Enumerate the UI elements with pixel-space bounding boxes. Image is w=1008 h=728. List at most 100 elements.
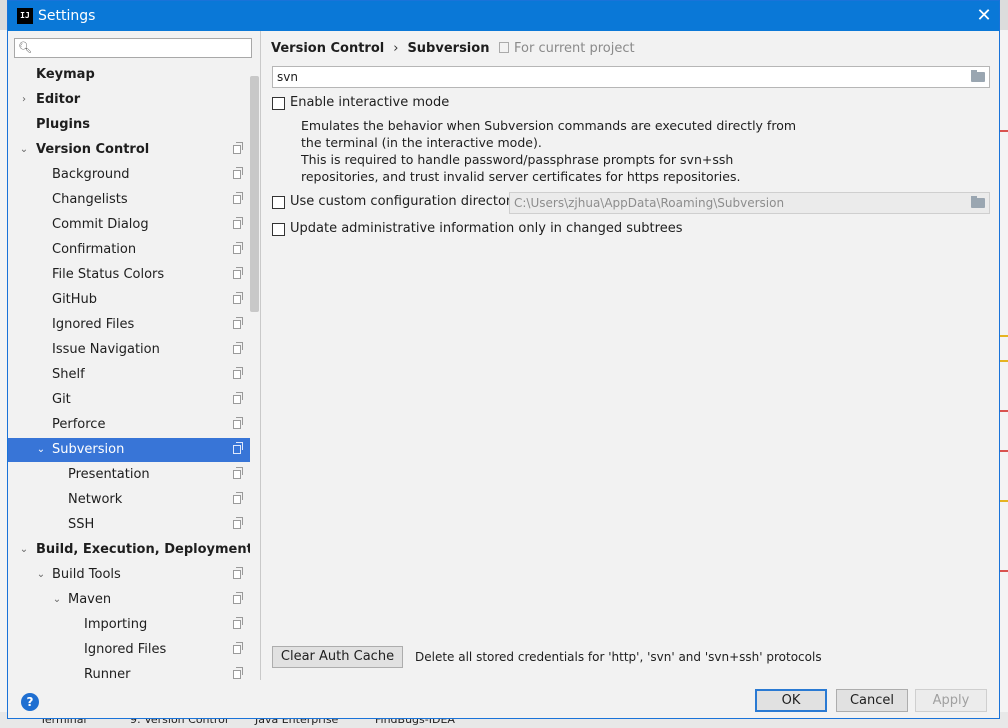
update-admin-label: Update administrative information only i…	[290, 221, 683, 236]
tree-item[interactable]: › Editor	[8, 88, 250, 112]
window-title: Settings	[38, 8, 96, 24]
tree-item-label: Version Control	[36, 142, 150, 157]
project-scope-icon	[233, 192, 243, 204]
sidebar-scrollbar[interactable]	[250, 76, 259, 312]
tree-item[interactable]: Presentation	[8, 463, 250, 487]
project-scope-icon	[233, 267, 243, 279]
tree-item[interactable]: Git	[8, 388, 250, 412]
tree-item-label: Confirmation	[52, 242, 137, 257]
description-line: This is required to handle password/pass…	[301, 152, 734, 167]
tree-item[interactable]: Commit Dialog	[8, 213, 250, 237]
collapse-arrow-icon[interactable]: ⌄	[35, 438, 47, 462]
tree-item[interactable]: Confirmation	[8, 238, 250, 262]
intellij-app-icon: IJ	[17, 8, 33, 24]
search-icon: 🔍︎	[18, 41, 32, 54]
tree-item[interactable]: Shelf	[8, 363, 250, 387]
tree-item-label: Ignored Files	[52, 317, 135, 332]
tree-item[interactable]: Importing	[8, 613, 250, 637]
breadcrumb-parent: Version Control	[271, 41, 385, 56]
settings-dialog: IJ Settings ✕ 🔍︎ Keymap › Editor Plugins ⌄ Ve…	[7, 0, 1000, 719]
tree-item[interactable]: GitHub	[8, 288, 250, 312]
tree-item[interactable]: Background	[8, 163, 250, 187]
project-scope-icon	[233, 292, 243, 304]
svn-path-field[interactable]	[272, 66, 990, 88]
project-scope-icon	[233, 667, 243, 679]
clear-auth-cache-button[interactable]: Clear Auth Cache	[272, 646, 403, 668]
tree-item-label: Changelists	[52, 192, 128, 207]
tree-item[interactable]: ⌄ Maven	[8, 588, 250, 612]
tree-item-label: Git	[52, 392, 71, 407]
update-admin-checkbox[interactable]	[272, 223, 285, 236]
tree-item-label: File Status Colors	[52, 267, 165, 282]
custom-config-label: Use custom configuration directory:	[290, 194, 523, 209]
tree-item-label: Perforce	[52, 417, 106, 432]
subversion-settings-panel: Version Control › Subversion For current p…	[261, 31, 999, 680]
tree-item-label: Keymap	[36, 67, 95, 82]
tree-item[interactable]: Plugins	[8, 113, 250, 137]
interactive-mode-label: Enable interactive mode	[290, 95, 450, 110]
tree-item[interactable]: Keymap	[8, 63, 250, 87]
tree-item[interactable]: ⌄ Subversion	[8, 438, 250, 462]
browse-folder-icon[interactable]	[971, 70, 985, 82]
project-scope-icon	[233, 342, 243, 354]
project-scope-icon	[233, 592, 243, 604]
project-scope-icon	[233, 442, 243, 454]
description-line: Emulates the behavior when Subversion co…	[301, 118, 797, 133]
project-scope-icon	[233, 367, 243, 379]
settings-search-input[interactable]	[39, 40, 244, 56]
tree-item[interactable]: Issue Navigation	[8, 338, 250, 362]
custom-config-checkbox[interactable]	[272, 196, 285, 209]
tree-item-label: Importing	[84, 617, 148, 632]
project-scope-icon	[233, 392, 243, 404]
tree-item[interactable]: Ignored Files	[8, 638, 250, 662]
tree-item-label: Background	[52, 167, 130, 182]
scope-label: For current project	[514, 41, 635, 56]
tree-item[interactable]: Changelists	[8, 188, 250, 212]
tree-item-label: Plugins	[36, 117, 90, 132]
tree-item[interactable]: Network	[8, 488, 250, 512]
project-scope-icon	[233, 317, 243, 329]
close-button[interactable]: ✕	[969, 1, 999, 31]
tree-item[interactable]: File Status Colors	[8, 263, 250, 287]
tree-item-label: Editor	[36, 92, 81, 107]
help-button[interactable]: ?	[21, 693, 39, 711]
tree-item[interactable]: SSH	[8, 513, 250, 537]
description-line: the terminal (in the interactive mode).	[301, 135, 542, 150]
ok-button[interactable]: OK	[755, 689, 827, 712]
apply-button: Apply	[915, 689, 987, 712]
tree-item[interactable]: Perforce	[8, 413, 250, 437]
tree-item-label: Network	[68, 492, 123, 507]
collapse-arrow-icon[interactable]: ⌄	[35, 563, 47, 587]
interactive-mode-checkbox[interactable]	[272, 97, 285, 110]
tree-item[interactable]: ⌄ Build, Execution, Deployment	[8, 538, 250, 562]
tree-item-label: Maven	[68, 592, 112, 607]
tree-item[interactable]: ⌄ Build Tools	[8, 563, 250, 587]
cancel-button[interactable]: Cancel	[836, 689, 908, 712]
scope-indicator: For current project	[499, 41, 635, 56]
collapse-arrow-icon[interactable]: ⌄	[18, 138, 30, 162]
project-scope-icon	[233, 492, 243, 504]
project-scope-icon	[233, 217, 243, 229]
breadcrumb-separator: ›	[393, 41, 399, 56]
collapse-arrow-icon[interactable]: ⌄	[51, 588, 63, 612]
tree-item[interactable]: Runner	[8, 663, 250, 680]
tree-item-label: Commit Dialog	[52, 217, 149, 232]
tree-item-label: Runner	[84, 667, 131, 680]
interactive-mode-description: Emulates the behavior when Subversion co…	[301, 117, 821, 185]
project-scope-icon	[233, 142, 243, 154]
svn-path-input[interactable]	[277, 69, 957, 85]
breadcrumb: Version Control › Subversion	[271, 41, 489, 56]
settings-search-field[interactable]: 🔍︎	[14, 38, 252, 58]
tree-item[interactable]: Ignored Files	[8, 313, 250, 337]
project-scope-icon	[233, 167, 243, 179]
tree-item[interactable]: ⌄ Version Control	[8, 138, 250, 162]
project-scope-icon	[499, 42, 509, 53]
expand-arrow-icon[interactable]: ›	[18, 88, 30, 112]
breadcrumb-current: Subversion	[407, 41, 490, 56]
tree-item-label: Ignored Files	[84, 642, 167, 657]
error-stripe	[1000, 130, 1008, 132]
warning-stripe	[1000, 500, 1008, 502]
title-bar[interactable]: IJ Settings ✕	[8, 1, 999, 31]
project-scope-icon	[233, 642, 243, 654]
collapse-arrow-icon[interactable]: ⌄	[18, 538, 30, 562]
